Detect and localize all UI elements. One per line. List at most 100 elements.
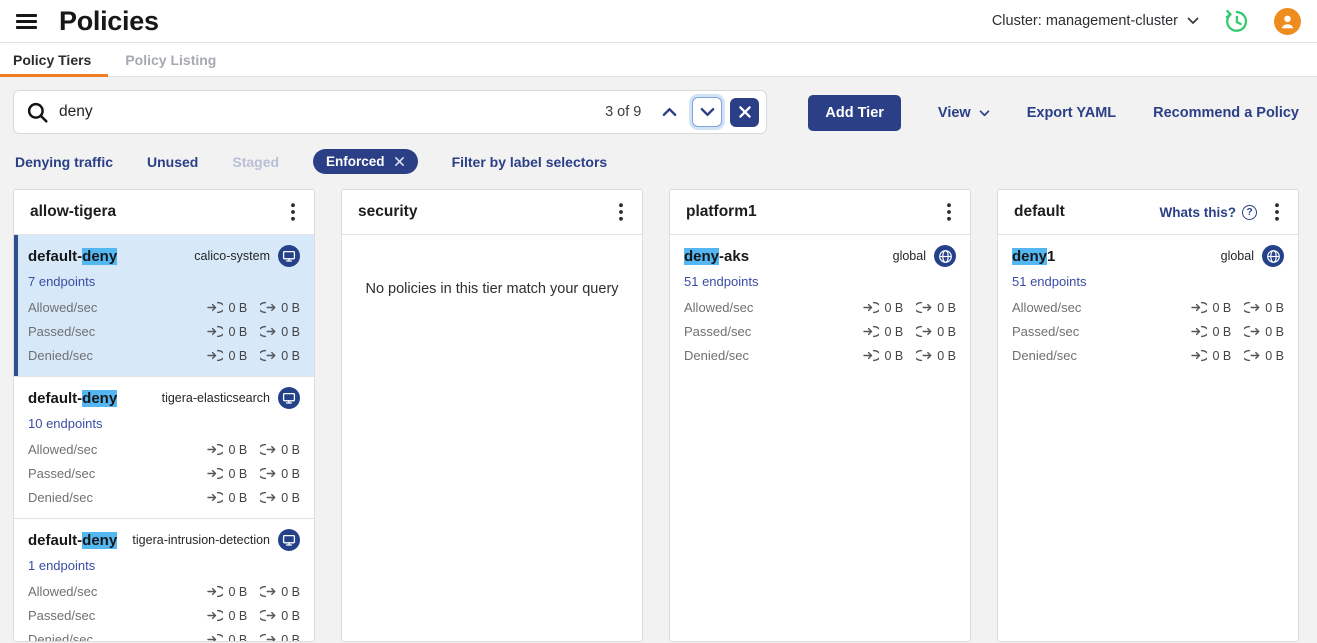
ingress-icon [207,609,223,622]
user-avatar[interactable] [1274,8,1301,35]
metric-label: Passed/sec [1012,324,1079,339]
endpoints-link[interactable]: 51 endpoints [1012,274,1086,289]
tab-policy-listing[interactable]: Policy Listing [108,43,233,76]
ingress-value: 0 B [228,609,247,623]
previous-match-button[interactable] [654,97,684,127]
ingress-icon [1191,325,1207,338]
ingress-value: 0 B [1212,349,1231,363]
chevron-up-icon [662,107,677,117]
search-input[interactable] [59,103,605,121]
next-match-button[interactable] [692,97,722,127]
close-icon [738,105,752,119]
egress-icon [260,301,276,314]
tier-name: platform1 [686,203,757,221]
search-match-highlight: deny [1012,248,1047,265]
egress-value: 0 B [937,325,956,339]
kebab-menu-icon[interactable] [937,200,961,224]
hamburger-menu-icon[interactable] [16,14,37,29]
tier-default: default Whats this? ? deny1 global [997,189,1299,642]
cluster-selector[interactable]: Cluster: management-cluster [992,13,1199,29]
tab-policy-tiers[interactable]: Policy Tiers [0,43,108,76]
tab-policy-tiers-label: Policy Tiers [13,52,91,68]
search-match-count: 3 of 9 [605,104,641,120]
namespace-icon [278,387,300,409]
ingress-value: 0 B [228,633,247,643]
policy-name: default-deny [28,248,117,265]
kebab-menu-icon[interactable] [1265,200,1289,224]
filter-enforced-chip[interactable]: Enforced [313,149,418,174]
egress-value: 0 B [281,325,300,339]
globe-icon [1262,245,1284,267]
egress-icon [1244,349,1260,362]
filter-unused[interactable]: Unused [147,154,198,170]
egress-icon [260,609,276,622]
tab-policy-listing-label: Policy Listing [125,52,216,68]
metric-label: Denied/sec [28,490,93,505]
tab-bar: Policy Tiers Policy Listing [0,42,1317,77]
endpoints-link[interactable]: 51 endpoints [684,274,758,289]
clear-search-button[interactable] [730,98,759,127]
whats-this-link[interactable]: Whats this? ? [1160,205,1258,220]
view-dropdown-button[interactable]: View [938,105,990,121]
recommend-policy-button[interactable]: Recommend a Policy [1153,105,1299,121]
endpoints-link[interactable]: 7 endpoints [28,274,95,289]
ingress-value: 0 B [884,349,903,363]
ingress-icon [1191,301,1207,314]
metric-label: Passed/sec [28,324,95,339]
metric-label: Passed/sec [28,466,95,481]
filter-staged[interactable]: Staged [232,154,279,170]
tier-platform1: platform1 deny-aks global 51 endpoint [669,189,971,642]
search-match-highlight: deny [684,248,719,265]
metric-label: Allowed/sec [28,442,97,457]
policy-card[interactable]: deny-aks global 51 endpoints Allowed/sec… [670,235,970,376]
policy-card[interactable]: default-deny tigera-intrusion-detection … [14,518,314,642]
ingress-value: 0 B [884,325,903,339]
ingress-value: 0 B [228,325,247,339]
metric-label: Allowed/sec [1012,300,1081,315]
filter-label-selectors[interactable]: Filter by label selectors [452,154,608,170]
policy-name: default-deny [28,390,117,407]
endpoints-link[interactable]: 10 endpoints [28,416,102,431]
policy-card[interactable]: default-deny tigera-elasticsearch 10 end… [14,376,314,518]
global-scope-label: global [1221,249,1254,263]
ingress-icon [863,301,879,314]
tier-board: allow-tigera default-deny calico-system [13,189,1299,642]
ingress-value: 0 B [1212,325,1231,339]
metric-label: Allowed/sec [28,584,97,599]
ingress-value: 0 B [228,301,247,315]
policy-search-box: 3 of 9 [13,90,767,134]
ingress-icon [863,325,879,338]
filter-denying-traffic[interactable]: Denying traffic [15,154,113,170]
export-yaml-button[interactable]: Export YAML [1027,105,1116,121]
metric-label: Denied/sec [28,348,93,363]
empty-tier-message: No policies in this tier match your quer… [342,235,642,297]
metric-label: Allowed/sec [28,300,97,315]
namespace-label: tigera-intrusion-detection [132,533,270,547]
tier-name: default [1014,203,1065,221]
history-icon[interactable] [1223,8,1250,35]
egress-icon [260,443,276,456]
help-icon: ? [1242,205,1257,220]
namespace-icon [278,245,300,267]
egress-icon [260,633,276,642]
egress-icon [1244,301,1260,314]
remove-filter-icon[interactable] [394,156,405,167]
policy-name: deny1 [1012,248,1055,265]
kebab-menu-icon[interactable] [609,200,633,224]
ingress-icon [207,349,223,362]
egress-value: 0 B [937,349,956,363]
endpoints-link[interactable]: 1 endpoints [28,558,95,573]
ingress-icon [207,491,223,504]
policy-card[interactable]: default-deny calico-system 7 endpoints A… [14,235,314,376]
kebab-menu-icon[interactable] [281,200,305,224]
egress-value: 0 B [1265,325,1284,339]
globe-icon [934,245,956,267]
page-title: Policies [59,6,159,37]
egress-icon [260,325,276,338]
tier-security: security No policies in this tier match … [341,189,643,642]
egress-value: 0 B [1265,349,1284,363]
policy-name: deny-aks [684,248,749,265]
egress-value: 0 B [281,633,300,643]
policy-card[interactable]: deny1 global 51 endpoints Allowed/sec 0 … [998,235,1298,376]
add-tier-button[interactable]: Add Tier [808,95,901,131]
